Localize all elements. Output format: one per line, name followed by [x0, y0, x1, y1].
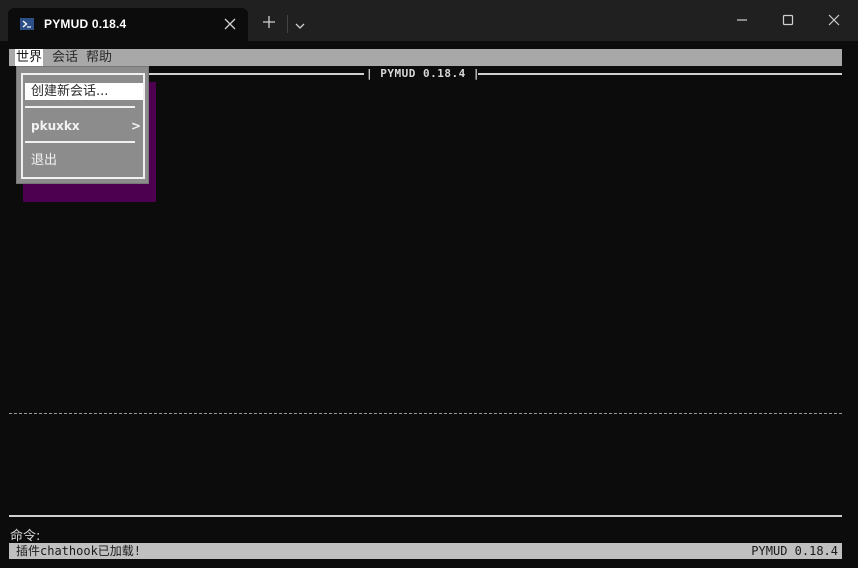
chevron-down-icon[interactable]	[294, 17, 306, 29]
output-divider	[9, 413, 842, 414]
minimize-icon[interactable]	[734, 12, 750, 28]
menu-item-pkuxkx[interactable]: pkuxkx >	[25, 118, 143, 135]
chevron-right-icon: >	[130, 119, 141, 133]
menu-separator	[25, 106, 135, 108]
menu-bar: 世界 会话 帮助	[9, 49, 842, 66]
status-version: PYMUD 0.18.4	[751, 544, 838, 558]
menu-separator	[25, 141, 135, 143]
frame-top-right	[478, 73, 842, 75]
plus-icon[interactable]	[261, 14, 277, 30]
menu-session[interactable]: 会话	[51, 49, 79, 66]
menu-world[interactable]: 世界	[15, 49, 44, 66]
terminal-tab[interactable]: PYMUD 0.18.4	[8, 8, 248, 41]
status-bar: 插件chathook已加载! PYMUD 0.18.4	[9, 543, 842, 559]
world-menu-frame: 创建新会话... pkuxkx > 退出	[21, 73, 145, 179]
menu-item-label: 创建新会话...	[31, 84, 109, 99]
menu-item-label: 退出	[31, 153, 58, 168]
close-icon[interactable]	[826, 12, 842, 28]
tab-separator	[287, 15, 288, 33]
prompt-divider	[9, 515, 842, 517]
title-bar: PYMUD 0.18.4	[0, 0, 858, 41]
menu-item-label: pkuxkx	[31, 119, 80, 133]
tab-title: PYMUD 0.18.4	[44, 17, 127, 31]
frame-title: | PYMUD 0.18.4 |	[366, 67, 480, 80]
status-message: 插件chathook已加载!	[16, 544, 142, 558]
powershell-icon	[20, 18, 34, 30]
command-prompt: 命令:	[10, 529, 41, 544]
maximize-icon[interactable]	[780, 12, 796, 28]
close-icon[interactable]	[222, 16, 238, 32]
menu-item-exit[interactable]: 退出	[25, 152, 143, 169]
world-menu: 创建新会话... pkuxkx > 退出	[16, 66, 149, 184]
menu-item-new-session[interactable]: 创建新会话...	[25, 83, 143, 100]
menu-help[interactable]: 帮助	[85, 49, 113, 66]
command-input[interactable]	[50, 522, 840, 540]
